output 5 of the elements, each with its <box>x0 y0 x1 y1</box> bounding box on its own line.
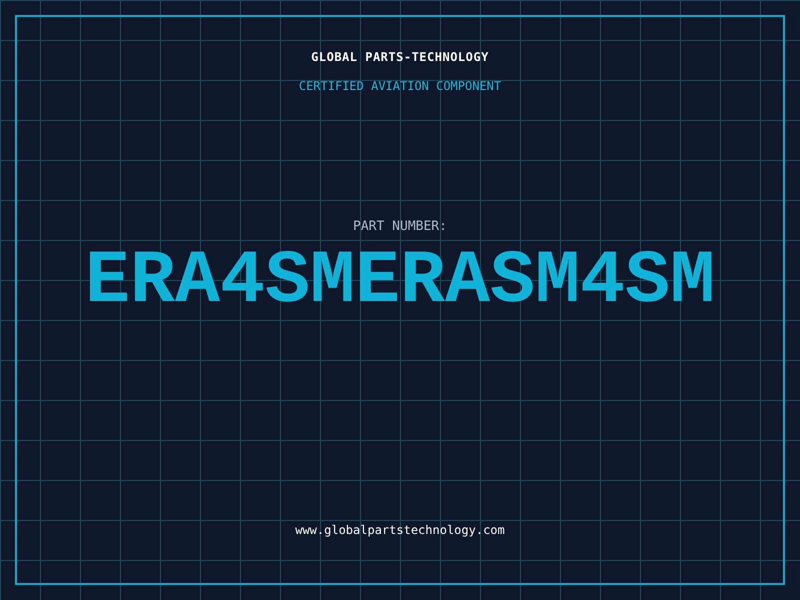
brand-title: GLOBAL PARTS-TECHNOLOGY <box>311 50 489 64</box>
brand-subtitle: CERTIFIED AVIATION COMPONENT <box>298 79 502 93</box>
website-url: www.globalpartstechnology.com <box>295 523 505 537</box>
part-number: ERA4SMERASM4SM <box>84 244 716 319</box>
part-number-label: PART NUMBER: <box>353 219 447 234</box>
